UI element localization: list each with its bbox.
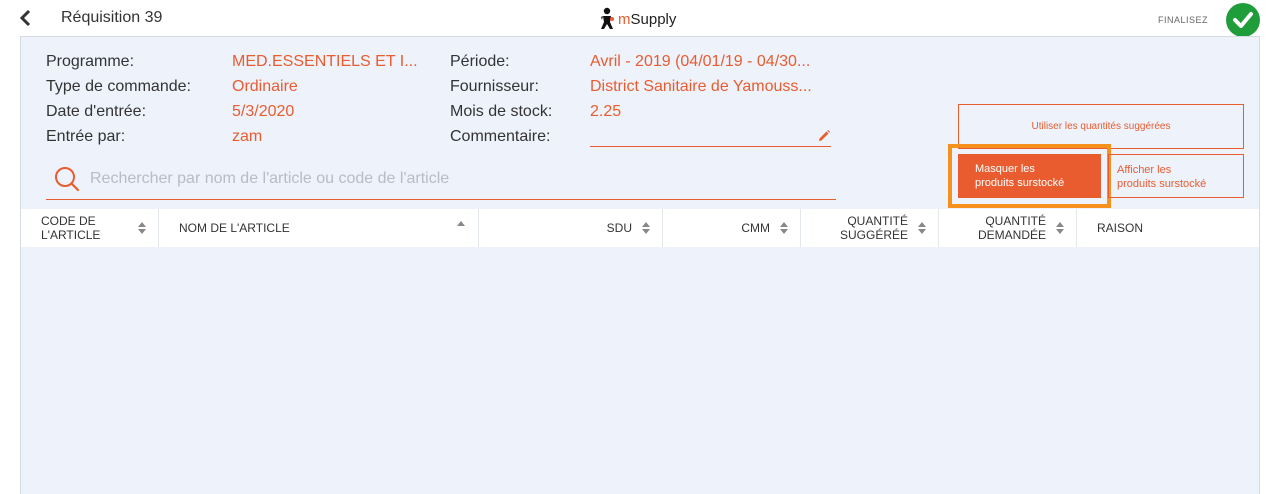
show-overstocked-label-line1: Afficher les — [1117, 164, 1172, 176]
programme-label: Programme: — [46, 53, 135, 70]
info-row-entered-by: Entrée par: zam — [46, 128, 422, 153]
search-bar — [46, 162, 836, 200]
supplier-label: Fournisseur: — [450, 78, 539, 95]
sort-icon — [138, 222, 146, 234]
entry-date-value: 5/3/2020 — [232, 103, 295, 120]
info-row-programme: Programme: MED.ESSENTIELS ET I... — [46, 53, 422, 78]
sort-icon — [642, 222, 650, 234]
column-header-requested-quantity[interactable]: QUANTITÉ DEMANDÉE — [939, 209, 1077, 247]
brand-name: mSupply — [618, 10, 677, 28]
entry-date-label: Date d'entrée: — [46, 103, 147, 120]
checkmark-icon — [1233, 12, 1253, 28]
comment-label: Commentaire: — [450, 128, 551, 145]
search-icon — [55, 167, 80, 192]
column-header-item-name[interactable]: NOM DE L'ARTICLE — [159, 209, 479, 247]
requested-quantity-header-line1: QUANTITÉ — [985, 214, 1046, 228]
info-row-entry-date: Date d'entrée: 5/3/2020 — [46, 103, 422, 128]
top-bar: Réquisition 39 mSupply FINALISEZ — [0, 0, 1280, 37]
info-row-months-stock: Mois de stock: 2.25 — [450, 103, 832, 128]
main-panel: Programme: MED.ESSENTIELS ET I... Type d… — [20, 36, 1260, 494]
info-row-supplier: Fournisseur: District Sanitaire de Yamou… — [450, 78, 832, 103]
show-overstocked-label-line2: produits surstocké — [1117, 178, 1207, 190]
column-header-item-code[interactable]: CODE DE L'ARTICLE — [21, 209, 159, 247]
column-header-cmm[interactable]: CMM — [663, 209, 801, 247]
runner-logo-icon — [601, 7, 614, 29]
months-stock-label: Mois de stock: — [450, 103, 553, 120]
programme-value: MED.ESSENTIELS ET I... — [232, 53, 418, 70]
sort-icon — [1056, 222, 1064, 234]
item-code-header-line1: CODE DE — [41, 214, 96, 228]
show-overstocked-button[interactable]: Afficher les produits surstocké — [1108, 154, 1244, 198]
period-label: Période: — [450, 53, 510, 70]
finalise-label: FINALISEZ — [1158, 15, 1209, 25]
suggested-quantity-header-line1: QUANTITÉ — [847, 214, 908, 228]
search-input[interactable] — [90, 168, 830, 190]
item-name-header: NOM DE L'ARTICLE — [179, 221, 290, 235]
requested-quantity-header-line2: DEMANDÉE — [977, 228, 1046, 242]
msupply-logo: mSupply — [598, 6, 676, 32]
order-type-label: Type de commande: — [46, 78, 191, 95]
reason-header: RAISON — [1097, 221, 1144, 235]
chevron-left-icon — [19, 9, 31, 27]
sdu-header: SDU — [606, 221, 632, 235]
table-header: CODE DE L'ARTICLE NOM DE L'ARTICLE SDU C… — [21, 209, 1259, 247]
supplier-value: District Sanitaire de Yamouss... — [590, 78, 812, 95]
months-stock-value: 2.25 — [590, 103, 622, 120]
back-button[interactable] — [14, 6, 38, 30]
comment-underline — [590, 146, 831, 147]
sort-ascending-icon — [457, 221, 465, 226]
entered-by-label: Entrée par: — [46, 128, 126, 145]
item-code-header-line2: L'ARTICLE — [41, 228, 101, 242]
comment-value[interactable] — [590, 128, 832, 153]
column-header-suggested-quantity[interactable]: QUANTITÉ SUGGÉRÉE — [801, 209, 939, 247]
pencil-icon — [819, 130, 830, 141]
sort-icon — [780, 222, 788, 234]
entered-by-value: zam — [232, 128, 263, 145]
page-title: Réquisition 39 — [61, 9, 163, 26]
sort-icon — [918, 222, 926, 234]
info-column-right: Période: Avril - 2019 (04/01/19 - 04/30.… — [450, 53, 832, 153]
info-row-comment: Commentaire: — [450, 128, 832, 153]
cmm-header: CMM — [741, 221, 770, 235]
period-value: Avril - 2019 (04/01/19 - 04/30... — [590, 53, 811, 70]
info-column-left: Programme: MED.ESSENTIELS ET I... Type d… — [46, 53, 422, 153]
edit-comment-button[interactable] — [817, 129, 831, 143]
column-header-reason[interactable]: RAISON — [1077, 209, 1259, 247]
hide-overstocked-button[interactable]: Masquer les produits surstocké — [958, 154, 1101, 198]
use-suggested-quantities-button[interactable]: Utiliser les quantités suggérées — [958, 104, 1244, 149]
finalise-button[interactable] — [1226, 3, 1260, 37]
hide-overstocked-label-line2: produits surstocké — [975, 177, 1065, 189]
column-header-sdu[interactable]: SDU — [479, 209, 663, 247]
suggested-quantity-header-line2: SUGGÉRÉE — [839, 228, 908, 242]
hide-overstocked-label-line1: Masquer les — [975, 163, 1035, 175]
info-row-order-type: Type de commande: Ordinaire — [46, 78, 422, 103]
order-type-value: Ordinaire — [232, 78, 298, 95]
info-row-period: Période: Avril - 2019 (04/01/19 - 04/30.… — [450, 53, 832, 78]
